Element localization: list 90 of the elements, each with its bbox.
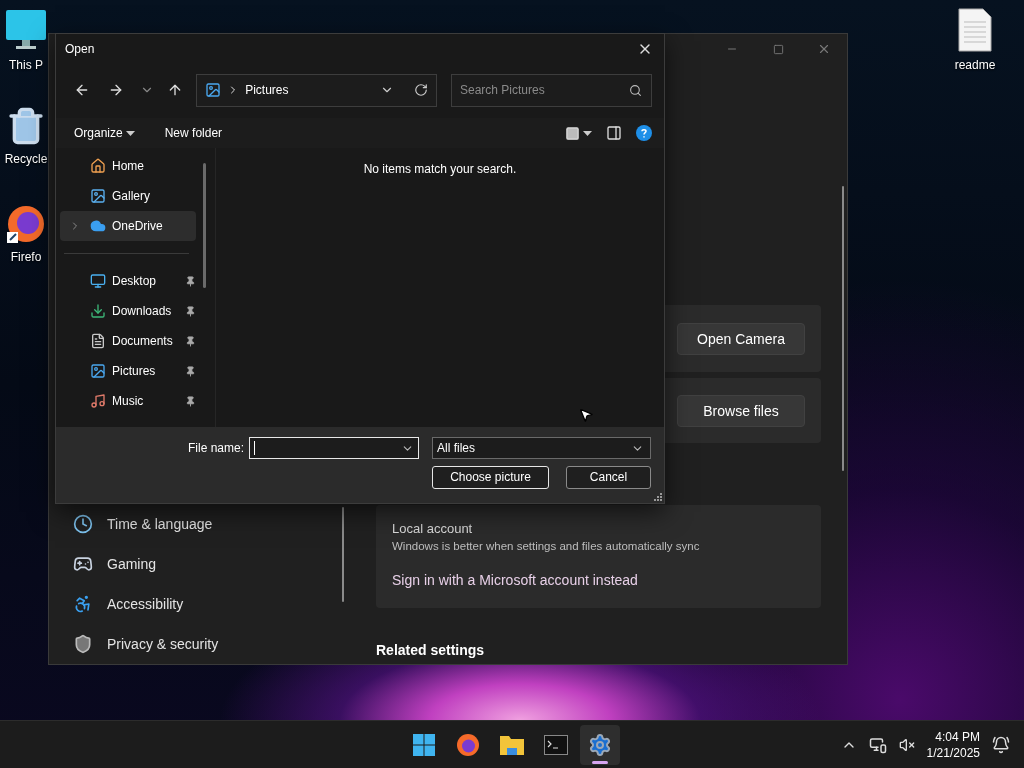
notifications-button[interactable]	[992, 735, 1010, 754]
text-cursor	[254, 441, 255, 455]
maximize-icon	[772, 43, 784, 55]
search-icon	[629, 83, 642, 97]
network-button[interactable]	[868, 735, 887, 754]
pin-icon	[185, 365, 196, 377]
scrollbar[interactable]	[203, 163, 206, 288]
picture-icon	[205, 82, 222, 98]
clock-button[interactable]: 4:04 PM 1/21/2025	[926, 728, 980, 761]
clock-icon	[73, 514, 93, 534]
search-field[interactable]: Search Pictures	[451, 73, 652, 107]
option-button[interactable]: Browse files	[677, 394, 805, 427]
file-name-label: File name:	[187, 441, 244, 455]
preview-pane-button[interactable]	[606, 125, 622, 141]
navigation-item[interactable]: Pictures	[60, 356, 196, 386]
taskbar-app-button[interactable]	[580, 725, 620, 765]
section-heading: Related settings	[376, 642, 486, 660]
muted-speaker-icon	[898, 736, 915, 753]
windows-logo-icon	[412, 733, 436, 757]
mouse-pointer-icon	[578, 407, 594, 423]
file-name-field[interactable]	[249, 437, 419, 459]
browser-logo-icon	[6, 204, 46, 244]
navigation-item[interactable]: Music	[60, 386, 196, 416]
navigation-item[interactable]: Gallery	[60, 181, 196, 211]
scrollbar[interactable]	[342, 507, 344, 602]
scrollbar[interactable]	[842, 186, 844, 471]
shield-icon	[73, 634, 93, 654]
view-button[interactable]	[565, 125, 592, 141]
download-icon	[90, 303, 106, 319]
folder-icon	[499, 734, 525, 756]
command-button[interactable]: New folder	[164, 126, 223, 140]
command-button[interactable]: Organize	[74, 126, 135, 140]
navigation-item[interactable]: Desktop	[60, 266, 196, 296]
account-title: Local account	[392, 521, 474, 536]
settings-nav-item[interactable]: Time & language	[49, 504, 342, 544]
resize-grip-icon[interactable]	[654, 493, 662, 501]
file-type-dropdown[interactable]: All files	[432, 437, 651, 459]
help-icon	[636, 125, 652, 141]
pin-icon	[185, 335, 196, 347]
pin-icon	[185, 305, 196, 317]
desktop-shortcut[interactable]: readme	[953, 8, 997, 106]
document-icon	[90, 333, 106, 349]
settings-nav-item[interactable]: Gaming	[49, 544, 342, 584]
dialog-button[interactable]: Cancel	[566, 466, 651, 489]
caret-icon	[583, 130, 592, 136]
home-icon	[90, 158, 106, 174]
document-icon	[957, 8, 993, 52]
monitor-icon	[5, 8, 47, 52]
picture-icon	[90, 363, 106, 379]
browser-logo-icon	[456, 733, 480, 757]
address-bar[interactable]: Pictures	[196, 73, 437, 107]
dialog-button[interactable]: Choose picture	[432, 466, 549, 489]
navigation-item[interactable]: OneDrive	[60, 211, 196, 241]
pin-icon	[185, 395, 196, 407]
active-indicator	[592, 761, 608, 764]
shortcut-label: Firefo	[10, 250, 42, 264]
pin-icon	[185, 275, 196, 287]
terminal-icon	[544, 735, 568, 755]
settings-nav-item[interactable]: Privacy & security	[49, 624, 342, 664]
bell-icon	[992, 735, 1010, 754]
shortcut-label: readme	[954, 58, 996, 72]
close-icon	[817, 42, 831, 56]
monitor-icon	[90, 273, 106, 289]
desktop-shortcut[interactable]: Recycle	[4, 106, 48, 204]
cloud-icon	[90, 218, 106, 234]
volume-button[interactable]	[898, 736, 915, 753]
dialog-title: Open	[65, 42, 95, 56]
picture-icon	[90, 188, 106, 204]
caret-icon	[125, 130, 135, 136]
gear-icon	[588, 733, 612, 757]
shortcut-label: This P	[9, 58, 43, 72]
navigation-item[interactable]: Downloads	[60, 296, 196, 326]
preview-pane-icon	[606, 125, 622, 141]
view-icon	[565, 125, 580, 141]
refresh-icon	[414, 83, 428, 97]
shortcut-label: Recycle	[4, 152, 48, 166]
empty-message: No items match your search.	[363, 162, 517, 178]
navigation-item[interactable]: Documents	[60, 326, 196, 356]
music-note-icon	[90, 393, 106, 409]
accessibility-icon	[73, 594, 93, 614]
network-icon	[868, 735, 887, 754]
navigation-item[interactable]: Home	[60, 151, 196, 181]
sign-in-link[interactable]: Sign in with a Microsoft account instead	[392, 572, 638, 588]
help-button[interactable]	[636, 125, 652, 141]
account-description: Windows is better when settings and files automatically sync	[392, 540, 701, 552]
desktop-shortcut[interactable]: This P	[4, 8, 48, 106]
settings-nav-item[interactable]: Accessibility	[49, 584, 342, 624]
desktop-shortcut[interactable]: Firefo	[4, 204, 48, 302]
option-button[interactable]: Open Camera	[677, 322, 805, 355]
gamepad-icon	[73, 554, 93, 574]
